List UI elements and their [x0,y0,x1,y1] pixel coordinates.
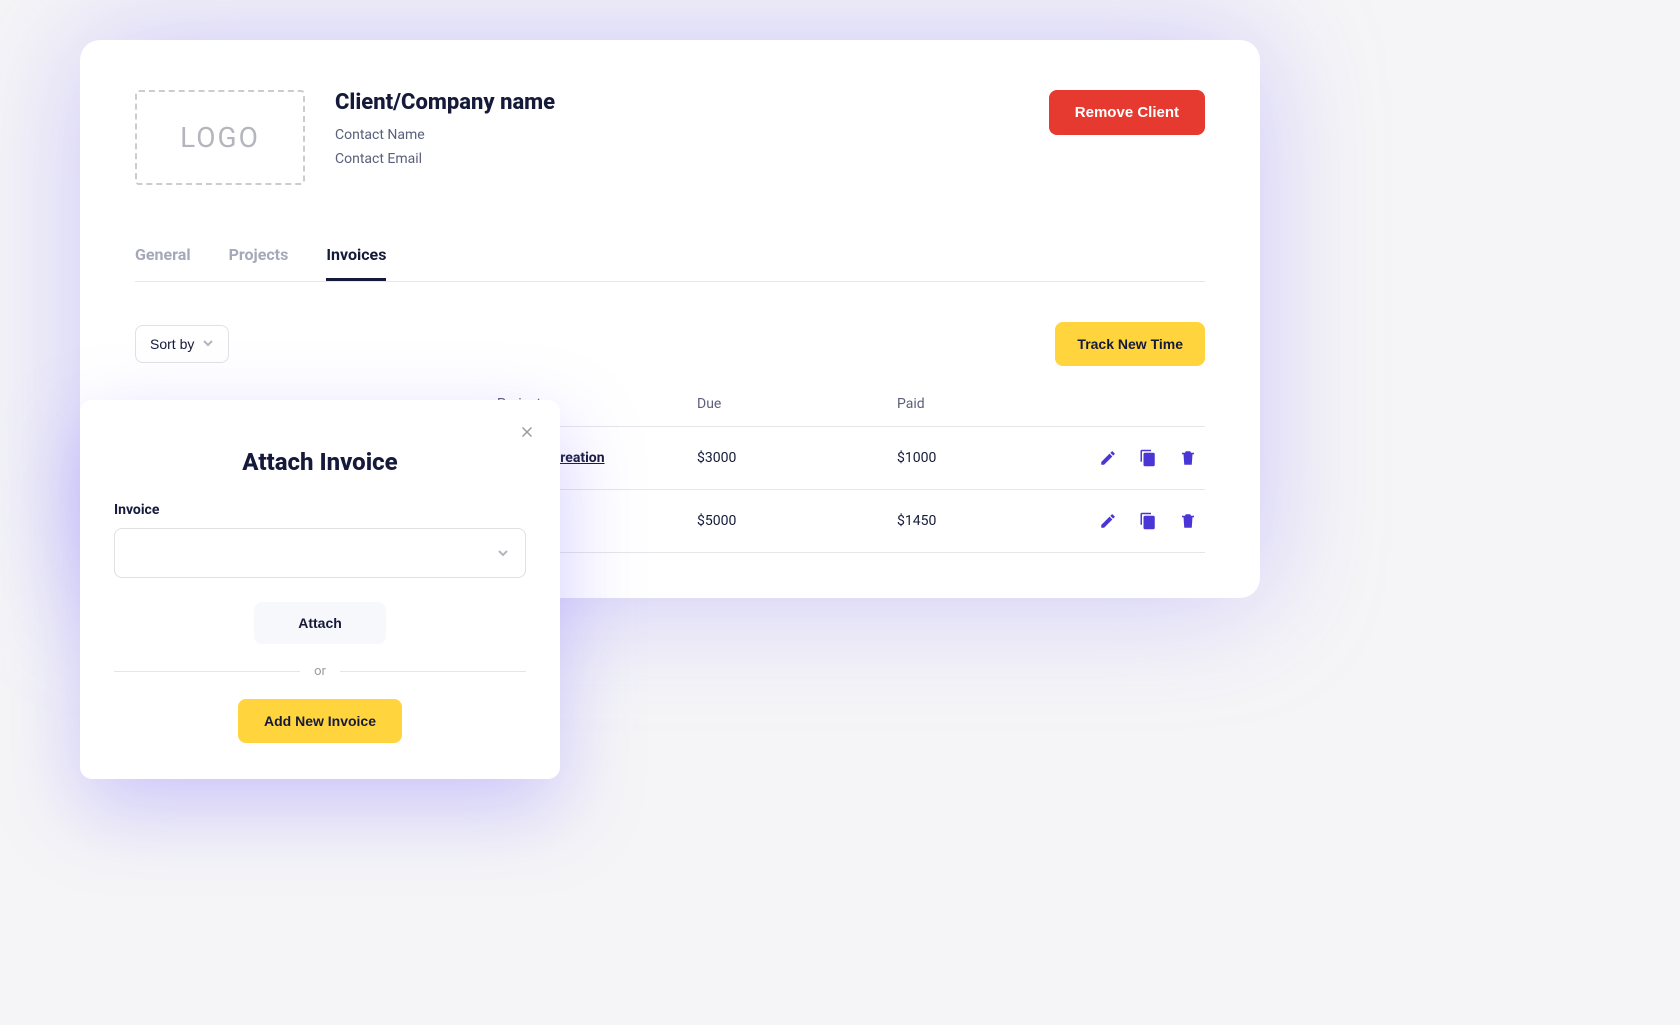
invoice-label: Invoice [114,502,526,518]
due-cell: $3000 [697,450,897,466]
invoice-select[interactable] [114,528,526,578]
attach-button[interactable]: Attach [254,602,386,644]
col-paid: Paid [897,396,1057,412]
copy-icon[interactable] [1139,512,1157,530]
add-new-invoice-button[interactable]: Add New Invoice [238,699,402,743]
tab-projects[interactable]: Projects [229,245,289,281]
sort-by-label: Sort by [150,336,194,352]
or-text: or [314,664,326,679]
attach-invoice-modal: Attach Invoice Invoice Attach or Add New… [80,400,560,779]
divider [114,671,300,672]
paid-cell: $1450 [897,513,1057,529]
contact-name: Contact Name [335,127,1049,143]
tab-invoices[interactable]: Invoices [326,245,386,281]
edit-icon[interactable] [1099,512,1117,530]
trash-icon[interactable] [1179,449,1197,467]
contact-email: Contact Email [335,151,1049,167]
tab-general[interactable]: General [135,245,191,281]
logo-placeholder[interactable]: LOGO [135,90,305,185]
client-name: Client/Company name [335,90,1049,115]
col-due: Due [697,396,897,412]
divider [340,671,526,672]
modal-title: Attach Invoice [114,448,526,476]
copy-icon[interactable] [1139,449,1157,467]
due-cell: $5000 [697,513,897,529]
paid-cell: $1000 [897,450,1057,466]
sort-by-dropdown[interactable]: Sort by [135,325,229,363]
trash-icon[interactable] [1179,512,1197,530]
tabs: General Projects Invoices [135,245,1205,282]
edit-icon[interactable] [1099,449,1117,467]
track-new-time-button[interactable]: Track New Time [1055,322,1205,366]
chevron-down-icon [202,336,214,352]
close-icon[interactable] [518,422,536,446]
remove-client-button[interactable]: Remove Client [1049,90,1205,135]
chevron-down-icon [497,544,509,563]
